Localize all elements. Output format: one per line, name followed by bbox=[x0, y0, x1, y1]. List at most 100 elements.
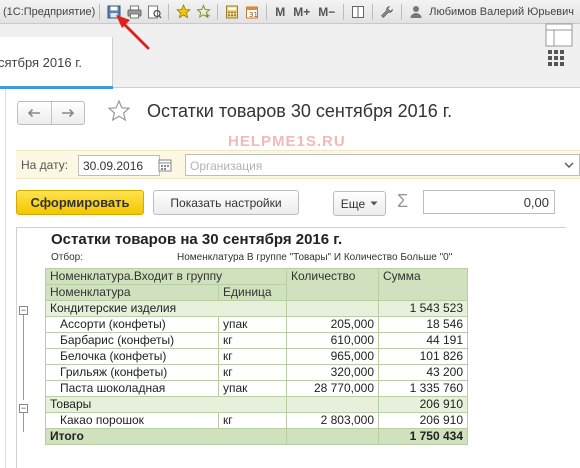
apps-grid-icon[interactable] bbox=[545, 47, 567, 74]
item-sum: 206 910 bbox=[378, 412, 469, 429]
item-name: Какао порошок bbox=[45, 412, 219, 429]
table-row[interactable]: Паста шоколадная упак 28 770,000 1 335 7… bbox=[45, 380, 469, 397]
watermark: HELPME1S.RU bbox=[228, 133, 346, 150]
more-button[interactable]: Еще bbox=[333, 191, 386, 216]
chevron-down-icon[interactable] bbox=[559, 154, 580, 176]
total-sum: 1 750 434 bbox=[378, 428, 469, 445]
item-qty: 610,000 bbox=[286, 332, 380, 349]
calculator-icon[interactable] bbox=[223, 3, 241, 21]
item-qty: 28 770,000 bbox=[286, 380, 380, 397]
item-sum: 44 191 bbox=[378, 332, 469, 349]
more-button-label: Еще bbox=[340, 196, 366, 211]
group-row[interactable]: Товары 206 910 bbox=[44, 396, 469, 413]
window-icon[interactable] bbox=[349, 3, 367, 21]
item-unit: кг bbox=[217, 332, 288, 349]
generate-button[interactable]: Сформировать bbox=[16, 190, 144, 215]
date-field[interactable]: 30.09.2016 bbox=[78, 155, 160, 176]
separator bbox=[217, 3, 219, 20]
table-row[interactable]: Грильяж (конфеты) кг 320,000 43 200 bbox=[45, 364, 469, 381]
table-row[interactable]: Барбарис (конфеты) кг 610,000 44 191 bbox=[45, 332, 469, 349]
user-name: Любимов Валерий Юрьевич bbox=[429, 5, 575, 18]
item-sum: 101 826 bbox=[378, 348, 469, 365]
item-name: Ассорти (конфеты) bbox=[45, 316, 219, 333]
group-sum: 1 543 523 bbox=[378, 300, 469, 317]
filter-bar: На дату: 30.09.2016 Организация bbox=[16, 150, 580, 179]
history-nav bbox=[17, 101, 85, 125]
sum-sigma-icon: Σ bbox=[397, 191, 409, 211]
form-title: Остатки товаров 30 сентября 2016 г. bbox=[147, 101, 453, 121]
group-row[interactable]: Кондитерские изделия 1 543 523 bbox=[44, 300, 469, 317]
col-header-unit: Единица bbox=[217, 284, 288, 301]
annotation-arrow-icon bbox=[110, 10, 154, 57]
separator bbox=[266, 3, 268, 20]
item-name: Паста шоколадная bbox=[45, 380, 219, 397]
calendar-icon[interactable]: 31 bbox=[243, 3, 261, 21]
item-unit: кг bbox=[217, 364, 288, 381]
table-row[interactable]: Белочка (конфеты) кг 965,000 101 826 bbox=[45, 348, 469, 365]
item-name: Барбарис (конфеты) bbox=[45, 332, 219, 349]
item-qty: 2 803,000 bbox=[286, 412, 380, 429]
collapse-group-icon[interactable]: − bbox=[19, 404, 28, 413]
group-name: Кондитерские изделия bbox=[44, 300, 288, 317]
group-sum: 206 910 bbox=[378, 396, 469, 413]
col-header-sum: Сумма bbox=[378, 268, 469, 301]
item-unit: упак bbox=[217, 316, 288, 333]
user-icon bbox=[407, 3, 425, 21]
tab-label: сятбря 2016 г. bbox=[0, 55, 82, 70]
favorites-star-icon[interactable] bbox=[174, 3, 192, 21]
group-qty bbox=[286, 300, 380, 317]
item-unit: кг bbox=[217, 348, 288, 365]
report-table: Номенклатура.Входит в группу Количество … bbox=[44, 268, 469, 445]
tab-report[interactable]: сятбря 2016 г. bbox=[0, 37, 113, 88]
memory-add-button[interactable]: M+ bbox=[293, 5, 310, 19]
favorite-star-icon[interactable] bbox=[107, 99, 131, 128]
collapse-group-icon[interactable]: − bbox=[19, 306, 28, 315]
forward-button[interactable] bbox=[50, 102, 84, 124]
date-label: На дату: bbox=[21, 158, 69, 172]
col-header-group: Номенклатура.Входит в группу bbox=[44, 268, 288, 285]
group-name: Товары bbox=[44, 396, 288, 413]
separator bbox=[401, 3, 403, 20]
col-header-item: Номенклатура bbox=[45, 284, 219, 301]
report-title: Остатки товаров на 30 сентября 2016 г. bbox=[51, 231, 343, 248]
item-sum: 18 546 bbox=[378, 316, 469, 333]
separator bbox=[343, 3, 345, 20]
table-header-row: Номенклатура.Входит в группу Количество … bbox=[44, 268, 469, 301]
favorites-add-icon[interactable]: + bbox=[194, 3, 212, 21]
group-qty bbox=[286, 396, 380, 413]
sum-field: 0,00 bbox=[423, 190, 555, 214]
svg-text:31: 31 bbox=[249, 11, 258, 19]
total-qty bbox=[286, 428, 380, 445]
app-title: (1С:Предприятие) bbox=[3, 5, 96, 18]
total-label: Итого bbox=[44, 428, 288, 445]
item-sum: 1 335 760 bbox=[378, 380, 469, 397]
table-row[interactable]: Ассорти (конфеты) упак 205,000 18 546 bbox=[45, 316, 469, 333]
separator bbox=[372, 3, 374, 20]
memory-button[interactable]: M bbox=[275, 5, 285, 19]
organization-field[interactable]: Организация bbox=[185, 154, 560, 176]
tree-line bbox=[23, 314, 24, 400]
svg-text:+: + bbox=[205, 12, 211, 19]
tree-line bbox=[23, 412, 24, 432]
separator bbox=[99, 3, 101, 20]
left-panel-edge bbox=[0, 89, 6, 468]
item-unit: упак bbox=[217, 380, 288, 397]
tools-wrench-icon[interactable] bbox=[378, 3, 396, 21]
item-unit: кг bbox=[217, 412, 288, 429]
item-name: Грильяж (конфеты) bbox=[45, 364, 219, 381]
table-row[interactable]: Какао порошок кг 2 803,000 206 910 bbox=[45, 412, 469, 429]
item-name: Белочка (конфеты) bbox=[45, 348, 219, 365]
item-qty: 965,000 bbox=[286, 348, 380, 365]
item-sum: 43 200 bbox=[378, 364, 469, 381]
selection-label: Отбор: bbox=[51, 252, 83, 263]
col-header-qty: Количество bbox=[286, 268, 380, 301]
item-qty: 205,000 bbox=[286, 316, 380, 333]
tab-row: сятбря 2016 г. bbox=[0, 23, 580, 88]
title-bar: (1С:Предприятие) + 31 M M+ M− Любимов Ва… bbox=[0, 0, 580, 24]
memory-subtract-button[interactable]: M− bbox=[318, 5, 335, 19]
back-button[interactable] bbox=[18, 102, 51, 124]
total-row: Итого 1 750 434 bbox=[44, 428, 469, 445]
calendar-picker-icon[interactable] bbox=[157, 157, 173, 178]
show-settings-button[interactable]: Показать настройки bbox=[153, 190, 299, 215]
separator bbox=[168, 3, 170, 20]
